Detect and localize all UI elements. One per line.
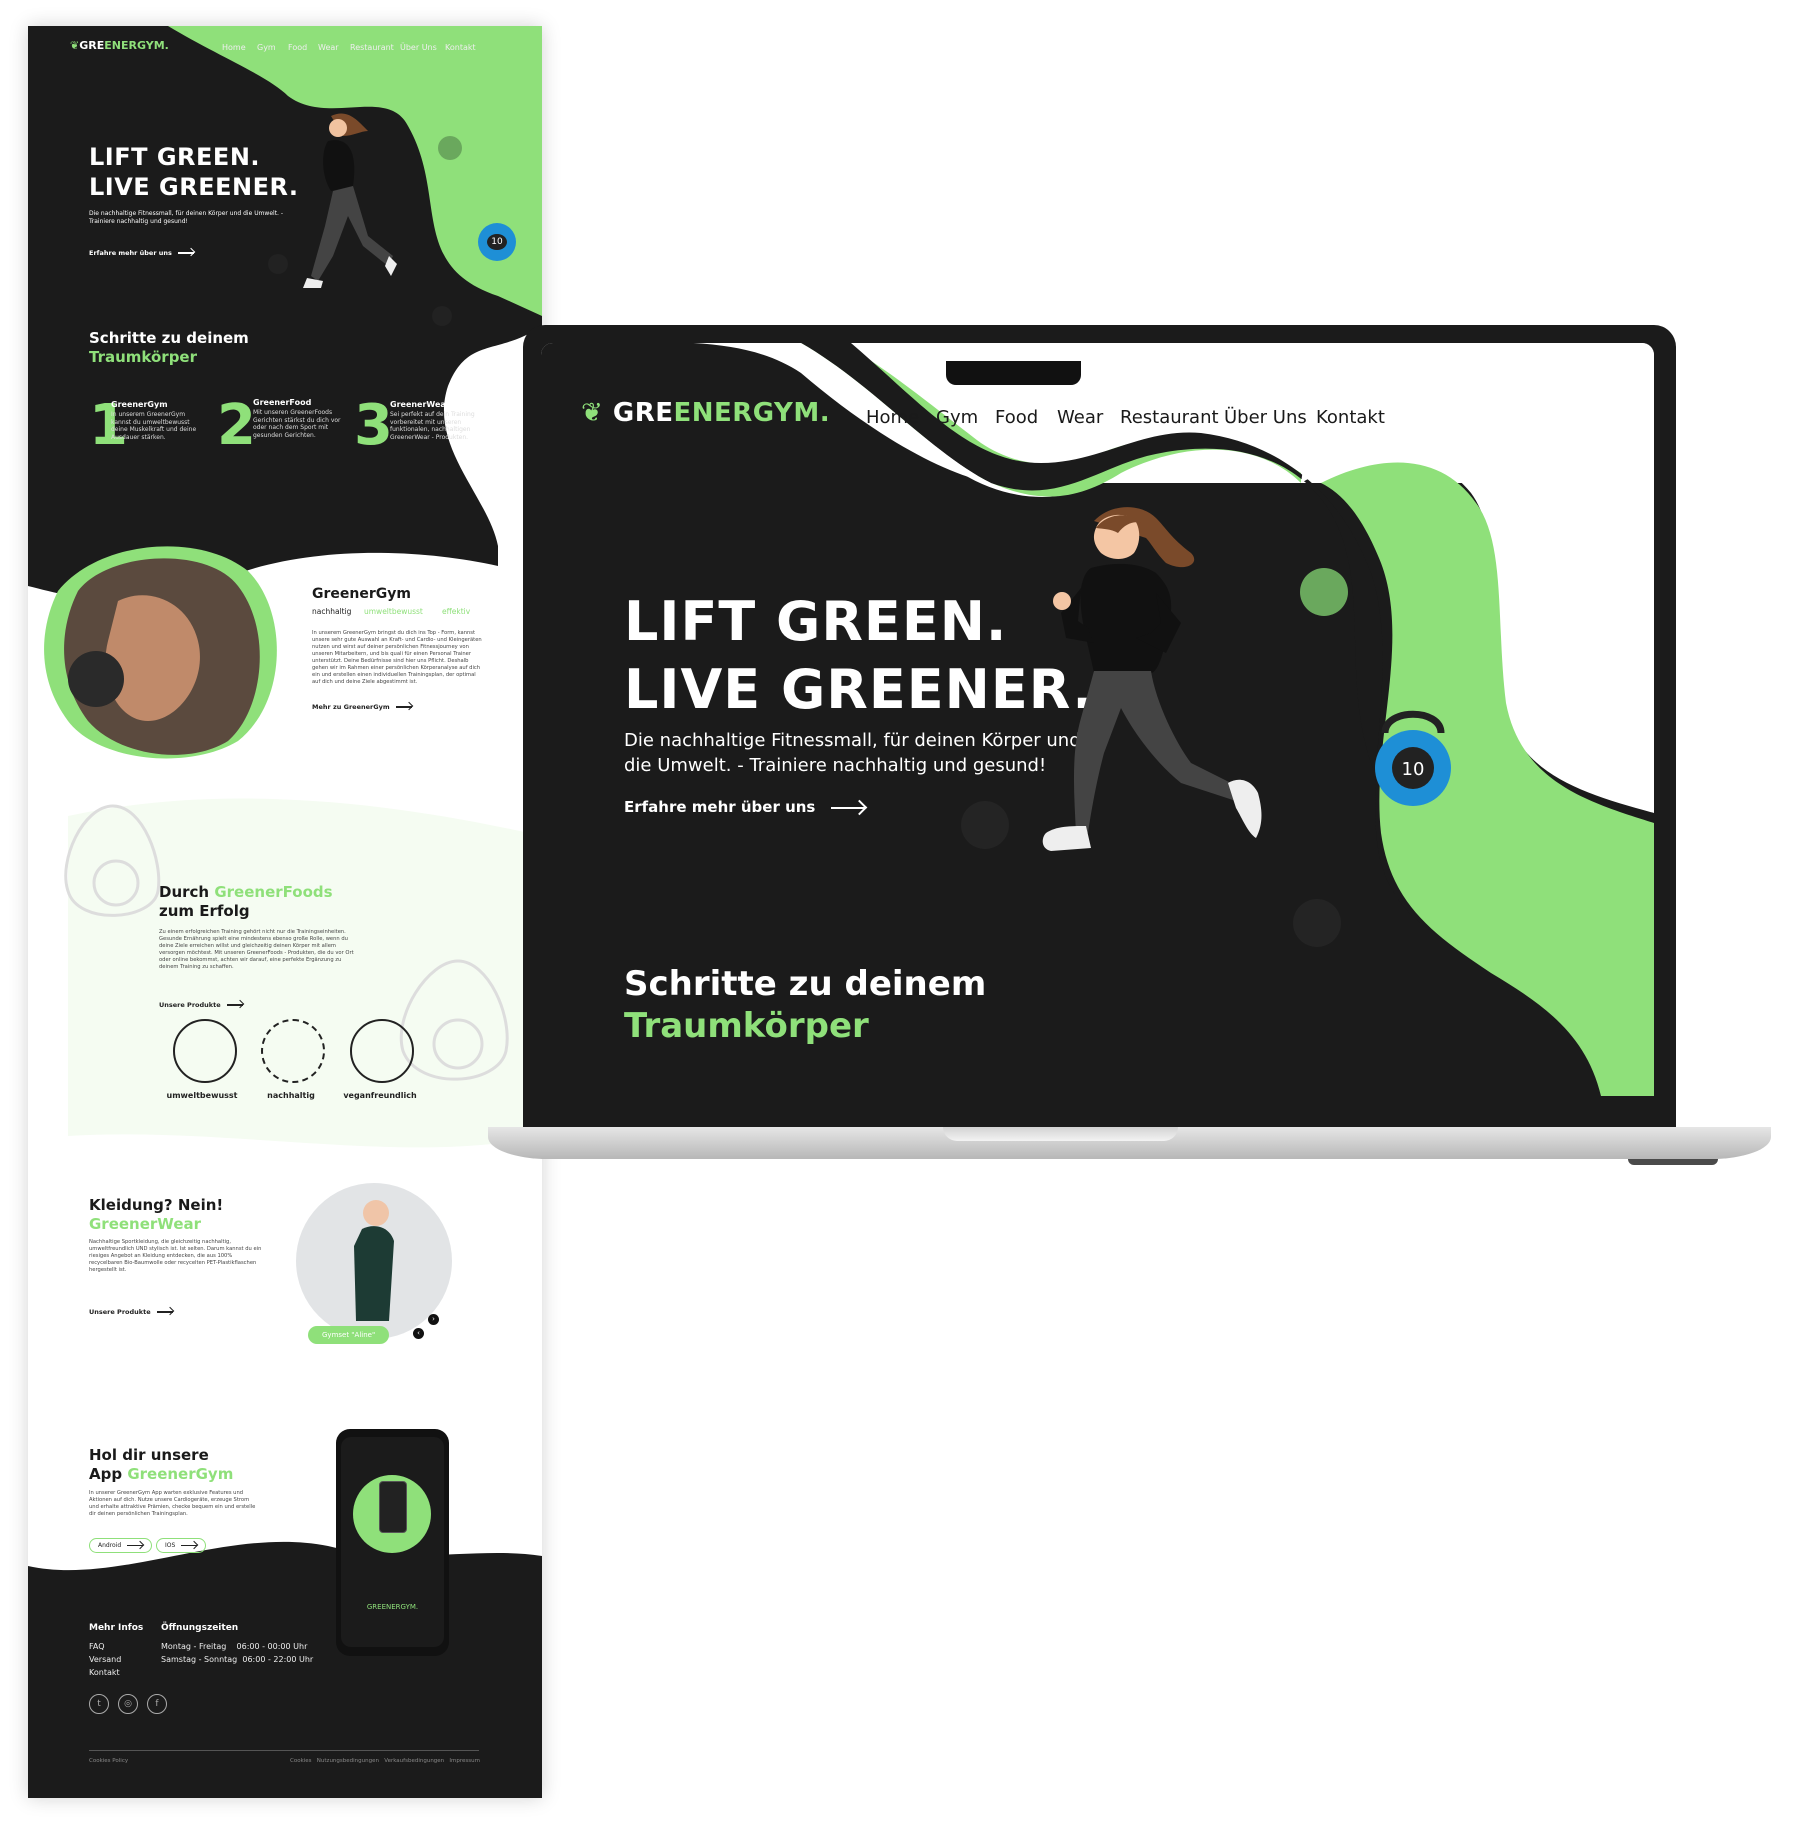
food-title: Durch GreenerFoods zum Erfolg [159,883,333,920]
feature-label: nachhaltig [267,1091,315,1100]
avocado-icon [64,804,161,917]
facebook-icon[interactable]: f [147,1694,167,1714]
nav-gym[interactable]: Gym [936,407,978,428]
gym-tag: effektiv [442,607,471,616]
gym-tag: nachhaltig [312,607,352,616]
footer-link[interactable]: Versand [89,1653,121,1666]
wear-body: Nachhaltige Sportkleidung, die gleichzei… [89,1239,262,1273]
nav-food[interactable]: Food [995,407,1038,428]
logo[interactable]: ❦ GREENERGYM. [581,398,830,428]
footer-link[interactable]: FAQ [89,1640,121,1653]
nav-restaurant[interactable]: Restaurant [350,43,394,52]
gym-cta-link[interactable]: Mehr zu GreenerGym [312,703,412,711]
arrow-right-icon [226,1004,243,1006]
gym-photo [44,546,277,759]
laptop-screen: ❦ GREENERGYM. Home Gym Food Wear Restaur… [541,343,1654,1096]
instagram-icon[interactable]: ◎ [118,1694,138,1714]
hero-cta-link[interactable]: Erfahre mehr über uns [89,249,194,257]
gym-body: In unserem GreenerGym bringst du dich in… [312,630,482,685]
phone-brand: GREENERGYM. [366,1603,419,1611]
legal-link[interactable]: Verkaufsbedingungen [384,1758,444,1764]
phone-mockup: GREENERGYM. [336,1429,449,1656]
carousel-prev-icon[interactable]: ‹ [413,1328,424,1339]
gym-title: GreenerGym [312,586,411,602]
steps-title: Schritte zu deinem Traumkörper [624,964,987,1046]
logo-leaf-icon: ❦ [70,39,80,52]
nav-food[interactable]: Food [288,43,307,52]
nav-contact[interactable]: Kontakt [1316,407,1385,428]
runner-illustration [303,113,397,288]
hero-subtitle: Die nachhaltige Fitnessmall, für deinen … [89,210,284,225]
food-body: Zu einem erfolgreichen Training gehört n… [159,929,354,970]
legal-link[interactable]: Impressum [449,1758,480,1764]
nav-about[interactable]: Über Uns [400,43,437,52]
laptop-mockup: ❦ GREENERGYM. Home Gym Food Wear Restaur… [488,325,1771,1165]
decor-circle [961,801,1009,849]
steps-title: Schritte zu deinem Traumkörper [89,329,249,366]
decor-circle [1293,899,1341,947]
arrow-right-icon [831,806,866,809]
steps-list: 1 GreenerGym In unserem GreenerGym kanns… [89,393,475,458]
kettlebell-number: 10 [1401,759,1425,780]
camera-notch [946,361,1081,385]
nav-restaurant[interactable]: Restaurant [1120,407,1219,428]
decor-circle [438,136,462,160]
carousel-next-icon[interactable]: › [428,1314,439,1325]
footer-info-links: FAQ Versand Kontakt [89,1640,121,1679]
app-body: In unserer GreenerGym App warten exklusi… [89,1490,256,1517]
arrow-right-icon [156,1311,173,1313]
ios-button[interactable]: IOS [156,1538,207,1553]
legal-link[interactable]: Cookies [290,1758,312,1764]
product-badge[interactable]: Gymset "Aline" [308,1326,390,1344]
full-page-preview: ❦GREENERGYM. Home Gym Food Wear Restaura… [28,26,542,1798]
footer-divider [89,1750,479,1751]
decor-circle [1300,568,1348,616]
twitter-icon[interactable]: t [89,1694,109,1714]
arrow-right-icon [395,706,412,708]
wear-cta-link[interactable]: Unsere Produkte [89,1308,173,1316]
android-button[interactable]: Android [89,1538,153,1553]
nav-wear[interactable]: Wear [318,43,339,52]
footer-info-title: Mehr Infos [89,1623,144,1633]
nav-gym[interactable]: Gym [257,43,276,52]
nav-about[interactable]: Über Uns [1224,407,1307,428]
plate-cutlery-icon [350,1019,414,1083]
feature-label: umweltbewusst [166,1091,238,1100]
kettlebell-icon: 10 [478,223,516,261]
nav-home[interactable]: Home [222,43,246,52]
legal-links: Cookies Nutzungsbedingungen Verkaufsbedi… [290,1758,480,1764]
nav-wear[interactable]: Wear [1057,407,1103,428]
runner-illustration [1042,507,1262,851]
food-cta-link[interactable]: Unsere Produkte [159,1001,243,1009]
gym-tag: umweltbewusst [364,607,423,616]
footer-link[interactable]: Kontakt [89,1666,121,1679]
legal-link[interactable]: Nutzungsbedingungen [317,1758,379,1764]
phone-screen: GREENERGYM. [341,1437,444,1647]
globe-leaf-icon [173,1019,237,1083]
hero-cta-link[interactable]: Erfahre mehr über uns [624,798,866,816]
arrow-right-icon [127,1544,144,1547]
laptop-hinge-groove [943,1127,1178,1141]
app-title: Hol dir unsere App GreenerGym [89,1446,234,1483]
feature-label: veganfreundlich [343,1091,417,1100]
legal-link[interactable]: Cookies Policy [89,1758,128,1764]
avocado-icon [399,959,509,1081]
decor-circle [268,254,288,274]
hero-headline: LIFT GREEN. LIVE GREENER. [89,143,299,201]
logo-leaf-icon: ❦ [581,398,604,428]
laptop-foot [1628,1159,1718,1165]
recycle-bottle-icon [261,1019,325,1083]
wear-title: Kleidung? Nein! GreenerWear [89,1196,224,1233]
hero-subtitle: Die nachhaltige Fitnessmall, für deinen … [624,730,1081,776]
arrow-right-icon [177,252,194,254]
logo[interactable]: ❦GREENERGYM. [70,39,169,52]
arrow-right-icon [181,1544,198,1547]
footer-hours: Montag - Freitag 06:00 - 00:00 Uhr Samst… [161,1642,314,1664]
nav-contact[interactable]: Kontakt [445,43,476,52]
footer-hours-title: Öffnungszeiten [161,1623,239,1633]
phone-in-phone [379,1481,407,1533]
decor-circle [432,306,452,326]
nav-home[interactable]: Home [866,407,919,428]
